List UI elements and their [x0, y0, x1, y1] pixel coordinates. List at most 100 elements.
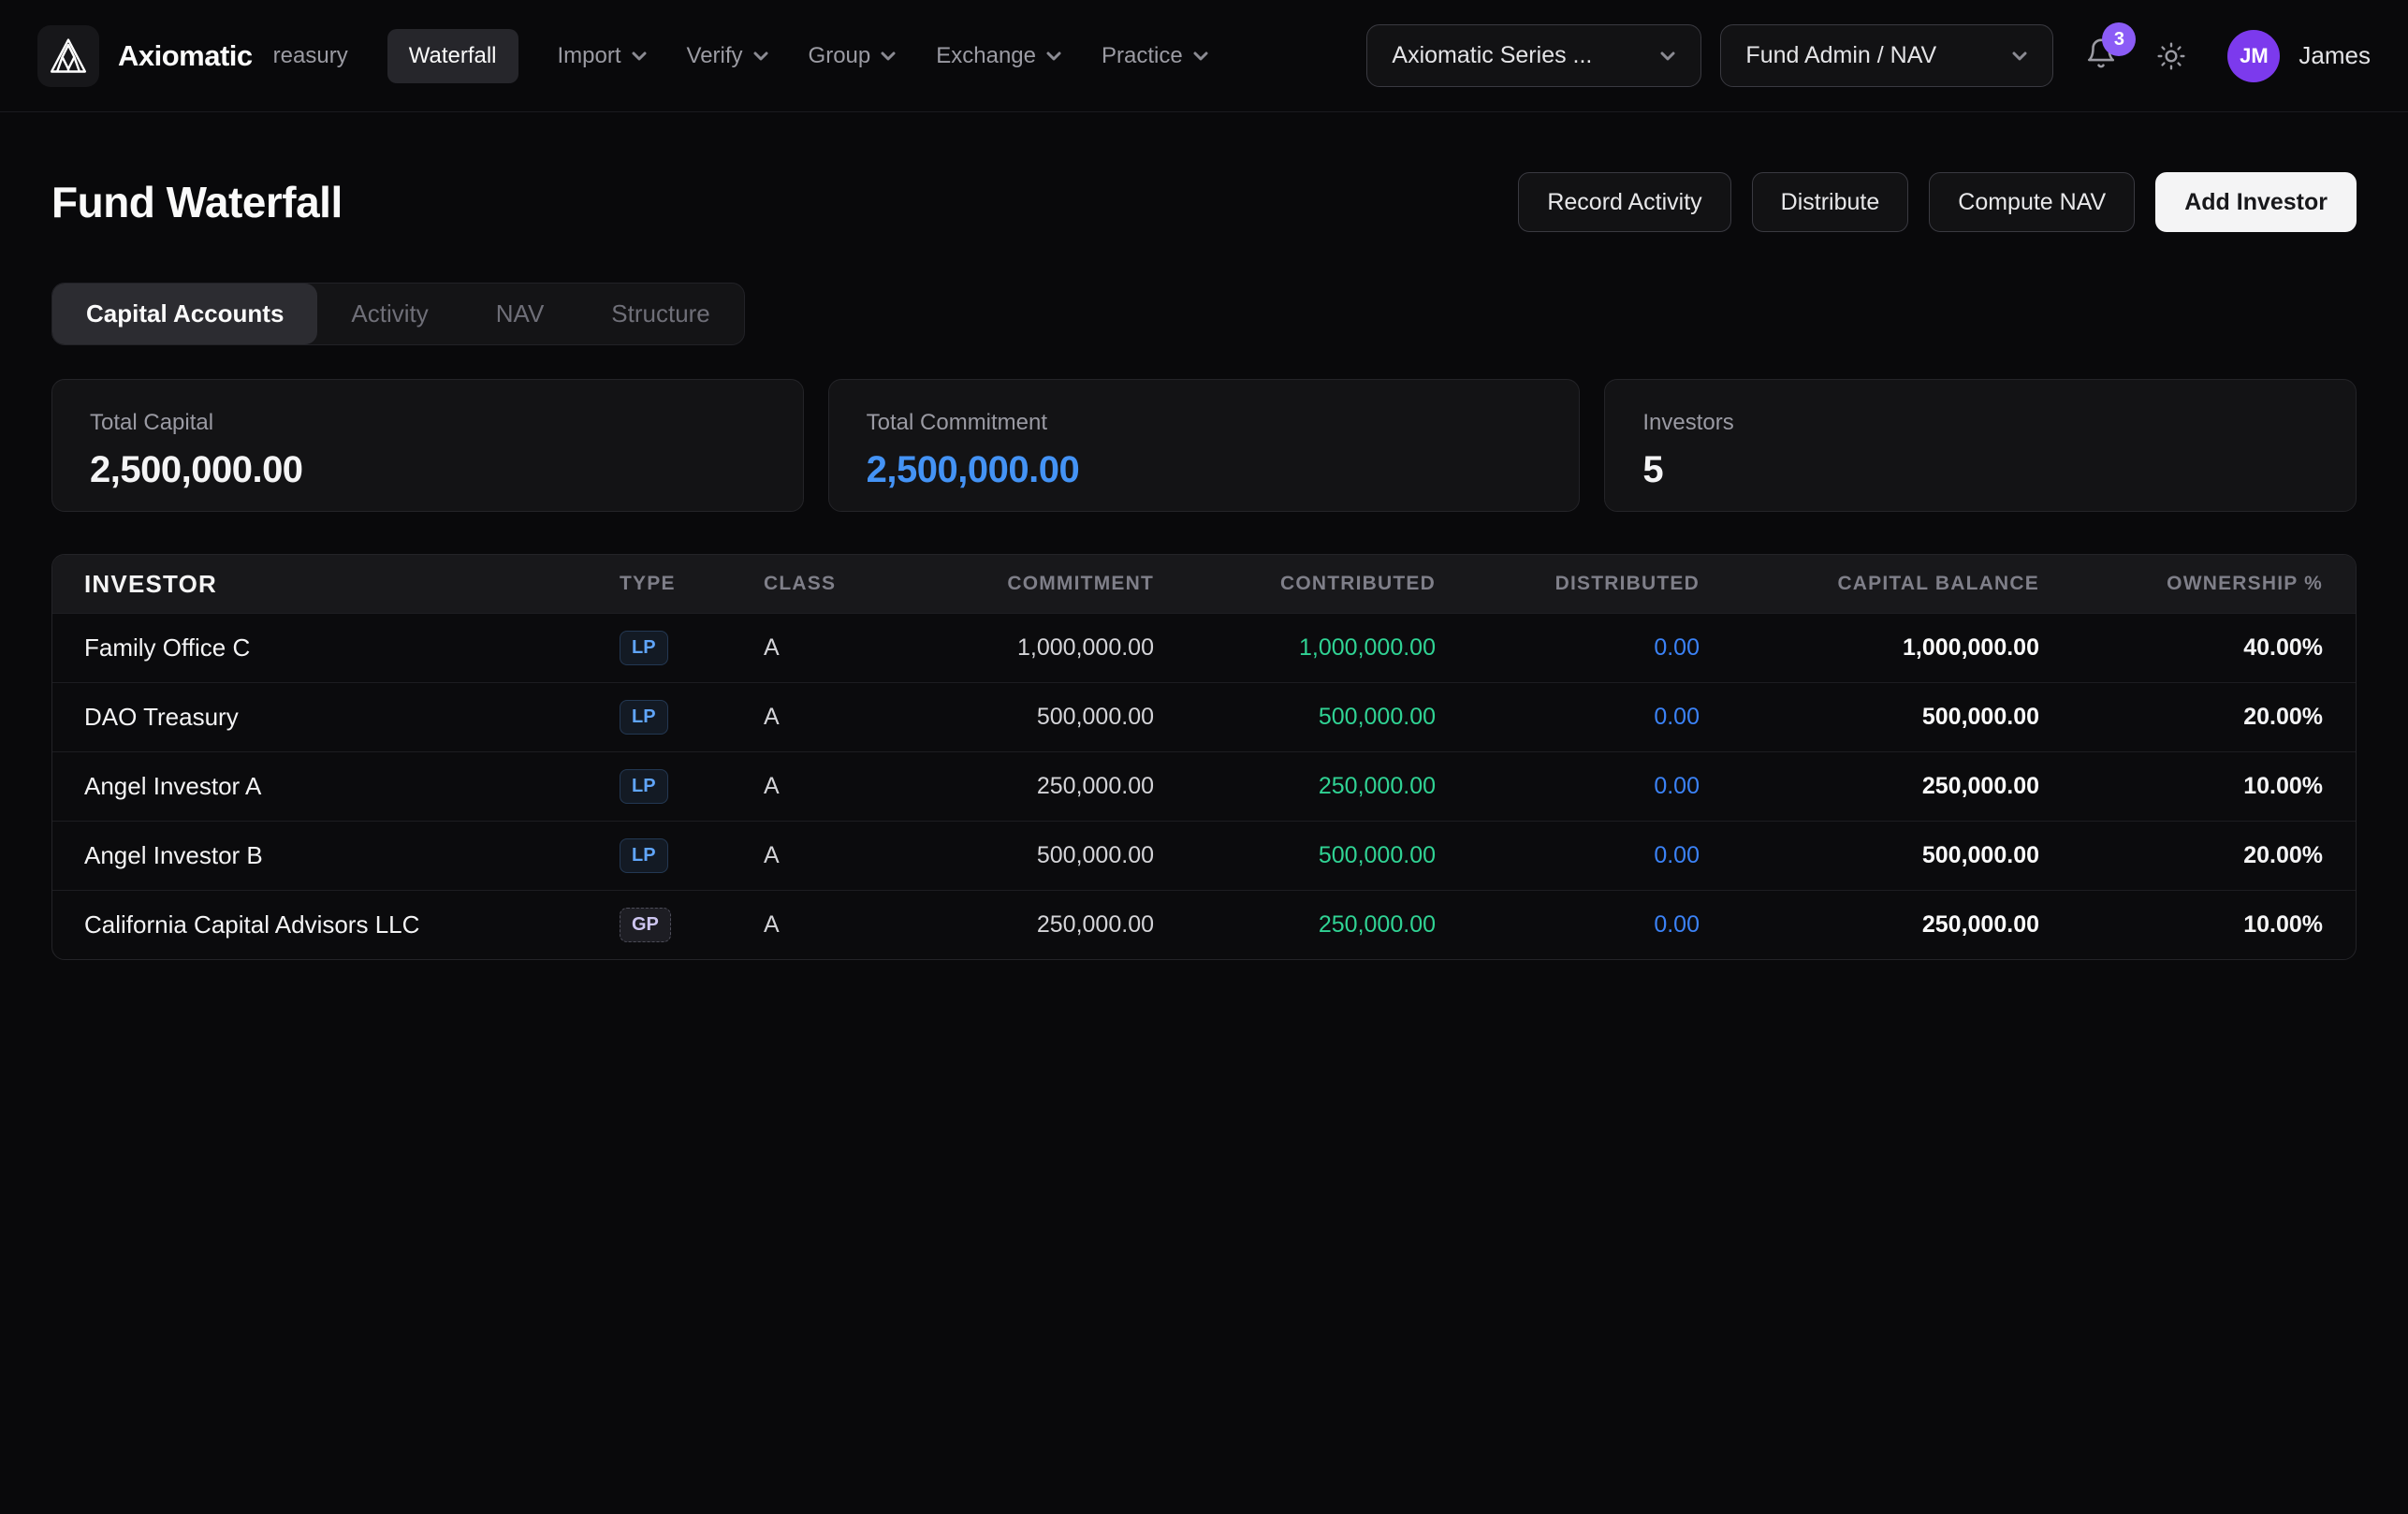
table-row[interactable]: Angel Investor A LP A 250,000.00 250,000… — [52, 751, 2356, 821]
column-header-contributed: CONTRIBUTED — [1154, 573, 1436, 595]
nav-item-treasury[interactable]: reasury — [273, 43, 348, 69]
stat-value: 5 — [1642, 449, 2318, 491]
sun-icon — [2156, 41, 2186, 71]
record-activity-button[interactable]: Record Activity — [1518, 172, 1730, 232]
role-selector-dropdown[interactable]: Fund Admin / NAV — [1720, 24, 2053, 87]
tab-structure[interactable]: Structure — [577, 284, 744, 344]
table-row[interactable]: Family Office C LP A 1,000,000.00 1,000,… — [52, 613, 2356, 682]
stat-cards: Total Capital 2,500,000.00 Total Commitm… — [51, 379, 2357, 512]
distributed-value: 0.00 — [1436, 911, 1700, 939]
stat-label: Total Commitment — [867, 410, 1542, 436]
chevron-down-icon — [880, 48, 897, 65]
distributed-value: 0.00 — [1436, 773, 1700, 800]
nav-item-practice[interactable]: Practice — [1102, 43, 1209, 69]
investor-class: A — [764, 634, 951, 662]
commitment-value: 250,000.00 — [951, 773, 1154, 800]
distributed-value: 0.00 — [1436, 634, 1700, 662]
top-navbar: Axiomatic reasury Waterfall Import Verif… — [0, 0, 2408, 112]
column-header-capital-balance: CAPITAL BALANCE — [1700, 573, 2039, 595]
notifications-button[interactable]: 3 — [2085, 37, 2117, 74]
page-actions: Record Activity Distribute Compute NAV A… — [1518, 172, 2357, 232]
brand-name: Axiomatic — [118, 39, 253, 73]
investor-name: Angel Investor A — [52, 772, 620, 801]
add-investor-button[interactable]: Add Investor — [2155, 172, 2357, 232]
capital-accounts-table: INVESTOR TYPE CLASS COMMITMENT CONTRIBUT… — [51, 554, 2357, 960]
page-title: Fund Waterfall — [51, 177, 343, 227]
investor-type-badge: LP — [620, 700, 668, 735]
chevron-down-icon — [1659, 48, 1676, 65]
column-header-class: CLASS — [764, 573, 951, 595]
notification-badge: 3 — [2102, 22, 2136, 56]
commitment-value: 1,000,000.00 — [951, 634, 1154, 662]
investor-name: California Capital Advisors LLC — [52, 910, 620, 939]
compute-nav-button[interactable]: Compute NAV — [1929, 172, 2135, 232]
table-header-row: INVESTOR TYPE CLASS COMMITMENT CONTRIBUT… — [52, 555, 2356, 613]
chevron-down-icon — [752, 48, 769, 65]
capital-balance-value: 250,000.00 — [1700, 911, 2039, 939]
table-row[interactable]: California Capital Advisors LLC GP A 250… — [52, 890, 2356, 959]
investor-type-cell: LP — [620, 769, 764, 804]
investor-class: A — [764, 842, 951, 869]
investor-type-badge: LP — [620, 838, 668, 873]
column-header-type: TYPE — [620, 573, 764, 595]
capital-balance-value: 1,000,000.00 — [1700, 634, 2039, 662]
investor-type-badge: LP — [620, 631, 668, 665]
app-logo[interactable] — [37, 25, 99, 87]
stat-value: 2,500,000.00 — [90, 449, 766, 491]
contributed-value: 1,000,000.00 — [1154, 634, 1436, 662]
primary-nav: reasury Waterfall Import Verify Group Ex… — [273, 29, 1209, 83]
tab-activity[interactable]: Activity — [317, 284, 461, 344]
contributed-value: 250,000.00 — [1154, 773, 1436, 800]
nav-item-import[interactable]: Import — [558, 43, 648, 69]
stat-card-total-commitment: Total Commitment 2,500,000.00 — [828, 379, 1581, 512]
chevron-down-icon — [2011, 48, 2028, 65]
contributed-value: 500,000.00 — [1154, 704, 1436, 731]
ownership-value: 10.00% — [2039, 773, 2356, 800]
capital-balance-value: 500,000.00 — [1700, 704, 2039, 731]
ownership-value: 40.00% — [2039, 634, 2356, 662]
contributed-value: 250,000.00 — [1154, 911, 1436, 939]
stat-value: 2,500,000.00 — [867, 449, 1542, 491]
stat-label: Investors — [1642, 410, 2318, 436]
investor-name: Angel Investor B — [52, 841, 620, 870]
commitment-value: 500,000.00 — [951, 704, 1154, 731]
investor-class: A — [764, 773, 951, 800]
table-row[interactable]: DAO Treasury LP A 500,000.00 500,000.00 … — [52, 682, 2356, 751]
stat-card-total-capital: Total Capital 2,500,000.00 — [51, 379, 804, 512]
user-name: James — [2299, 41, 2371, 70]
investor-type-badge: LP — [620, 769, 668, 804]
column-header-investor: INVESTOR — [52, 570, 620, 599]
user-avatar[interactable]: JM — [2227, 30, 2280, 82]
nav-item-waterfall[interactable]: Waterfall — [387, 29, 518, 83]
nav-item-group[interactable]: Group — [809, 43, 898, 69]
distribute-button[interactable]: Distribute — [1752, 172, 1909, 232]
stat-card-investors: Investors 5 — [1604, 379, 2357, 512]
nav-item-verify[interactable]: Verify — [687, 43, 769, 69]
distributed-value: 0.00 — [1436, 704, 1700, 731]
logo-triangle-icon — [48, 36, 89, 77]
investor-class: A — [764, 704, 951, 731]
ownership-value: 10.00% — [2039, 911, 2356, 939]
commitment-value: 250,000.00 — [951, 911, 1154, 939]
table-row[interactable]: Angel Investor B LP A 500,000.00 500,000… — [52, 821, 2356, 890]
navbar-right-controls: Axiomatic Series ... Fund Admin / NAV 3 … — [1366, 24, 2371, 87]
chevron-down-icon — [1192, 48, 1209, 65]
theme-toggle-button[interactable] — [2156, 41, 2186, 71]
investor-name: DAO Treasury — [52, 703, 620, 732]
chevron-down-icon — [1045, 48, 1062, 65]
contributed-value: 500,000.00 — [1154, 842, 1436, 869]
investor-type-cell: LP — [620, 700, 764, 735]
investor-class: A — [764, 911, 951, 939]
ownership-value: 20.00% — [2039, 842, 2356, 869]
view-tabs: Capital Accounts Activity NAV Structure — [51, 283, 745, 345]
commitment-value: 500,000.00 — [951, 842, 1154, 869]
column-header-distributed: DISTRIBUTED — [1436, 573, 1700, 595]
nav-item-exchange[interactable]: Exchange — [936, 43, 1062, 69]
investor-name: Family Office C — [52, 633, 620, 662]
column-header-commitment: COMMITMENT — [951, 573, 1154, 595]
tab-capital-accounts[interactable]: Capital Accounts — [52, 284, 317, 344]
series-selector-dropdown[interactable]: Axiomatic Series ... — [1366, 24, 1701, 87]
distributed-value: 0.00 — [1436, 842, 1700, 869]
tab-nav[interactable]: NAV — [462, 284, 578, 344]
main-content: Fund Waterfall Record Activity Distribut… — [0, 172, 2408, 960]
